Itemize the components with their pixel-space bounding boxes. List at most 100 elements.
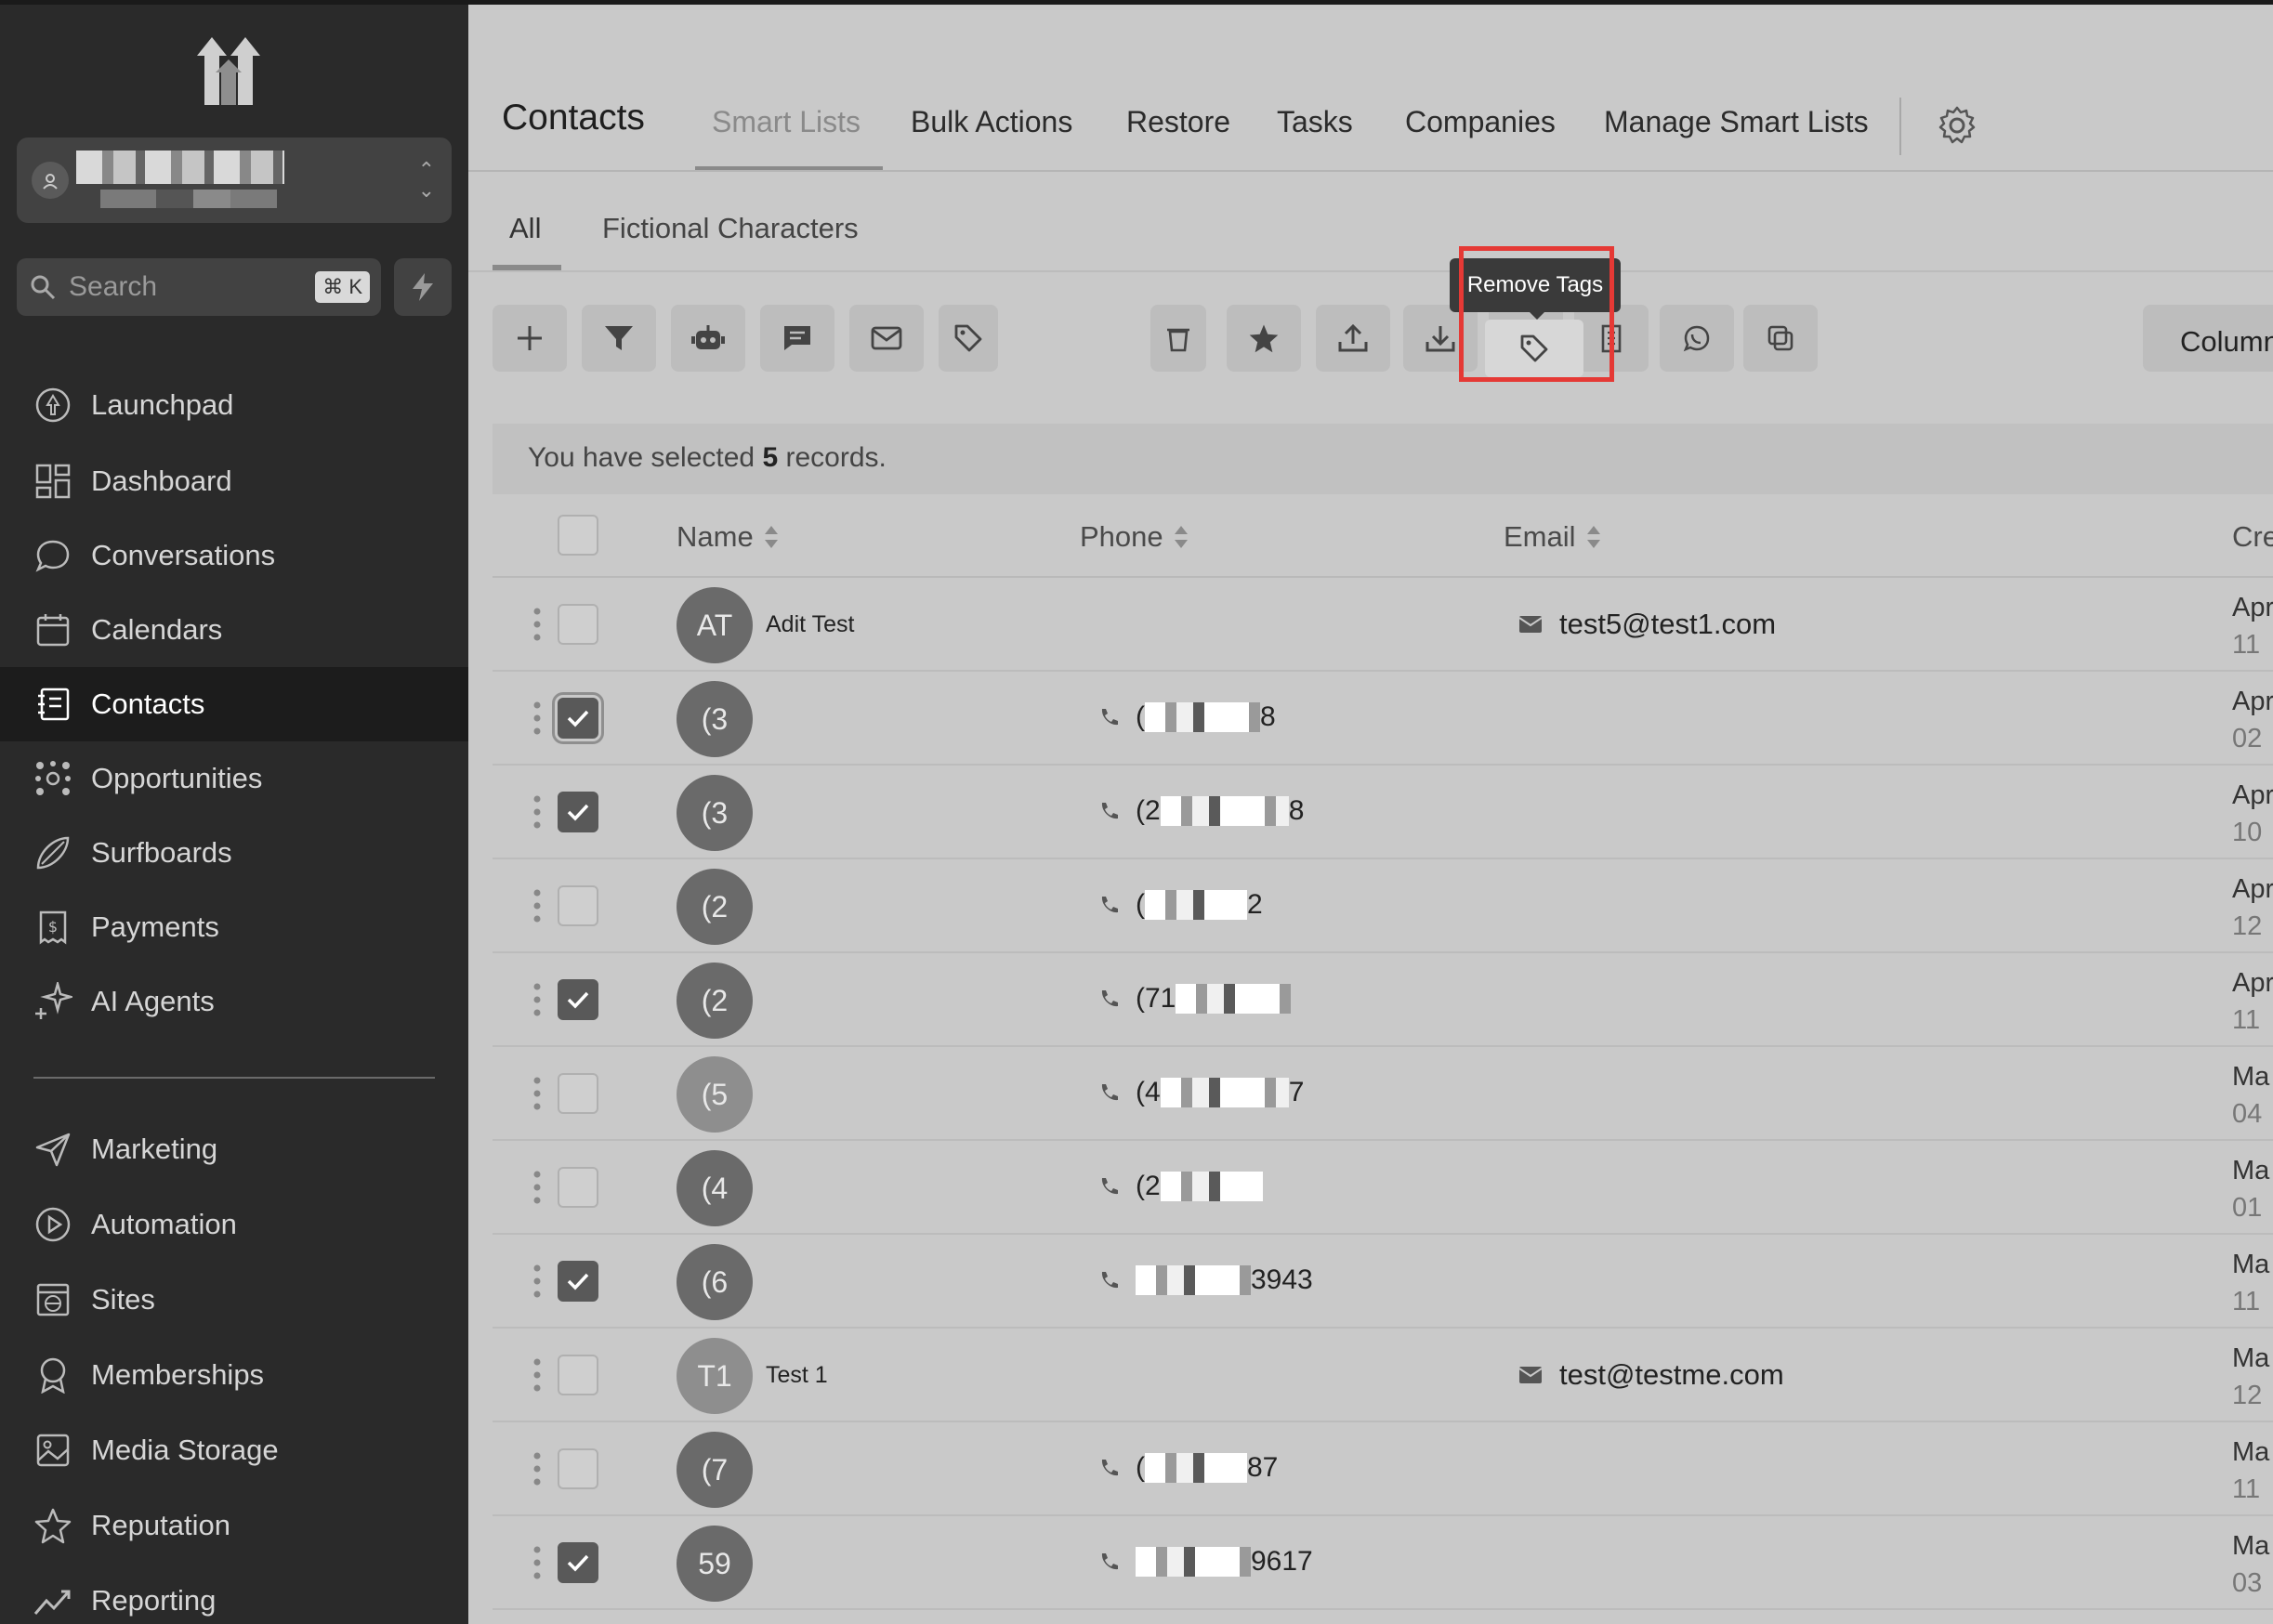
tab-bulk-actions[interactable]: Bulk Actions: [911, 105, 1072, 139]
table-row[interactable]: (2 (71 Apr 11: [493, 953, 2273, 1047]
phone-cell[interactable]: 9617: [1098, 1546, 1313, 1578]
column-header-phone[interactable]: Phone: [1080, 520, 1189, 554]
column-header-created[interactable]: Cre: [2232, 520, 2273, 554]
avatar[interactable]: (2: [677, 963, 753, 1039]
contact-name[interactable]: Adit Test: [766, 611, 854, 638]
avatar[interactable]: (7: [677, 1432, 753, 1508]
avatar[interactable]: (3: [677, 681, 753, 757]
table-row[interactable]: AT Adit Test test5@test1.com Apr 11: [493, 578, 2273, 672]
row-checkbox[interactable]: [558, 979, 598, 1020]
tab-manage-smart-lists[interactable]: Manage Smart Lists: [1604, 105, 1869, 139]
table-row[interactable]: (2(2 Apr 12: [493, 859, 2273, 953]
tab-companies[interactable]: Companies: [1405, 105, 1556, 139]
sidebar-item-opportunities[interactable]: Opportunities: [0, 741, 468, 816]
sidebar-item-reporting[interactable]: Reporting: [0, 1564, 468, 1624]
favorite-button[interactable]: [1227, 305, 1301, 372]
avatar[interactable]: (3: [677, 775, 753, 851]
table-row[interactable]: (5 (4 7 Ma 04: [493, 1047, 2273, 1141]
drag-handle-icon[interactable]: [533, 606, 541, 643]
row-checkbox[interactable]: [558, 1448, 598, 1489]
merge-button[interactable]: [1743, 305, 1818, 372]
avatar[interactable]: 59: [677, 1526, 753, 1602]
tab-smart-lists[interactable]: Smart Lists: [712, 105, 861, 139]
drag-handle-icon[interactable]: [533, 1544, 541, 1581]
drag-handle-icon[interactable]: [533, 1075, 541, 1112]
send-email-button[interactable]: [849, 305, 924, 372]
avatar[interactable]: T1: [677, 1338, 753, 1414]
drag-handle-icon[interactable]: [533, 1169, 541, 1206]
table-row[interactable]: (3 (8 Apr 02: [493, 672, 2273, 766]
drag-handle-icon[interactable]: [533, 700, 541, 737]
sidebar-item-memberships[interactable]: Memberships: [0, 1338, 468, 1412]
columns-button[interactable]: Column: [2143, 305, 2273, 372]
filter-button[interactable]: [582, 305, 656, 372]
phone-cell[interactable]: 3943: [1098, 1264, 1313, 1296]
sidebar-item-contacts[interactable]: Contacts: [0, 667, 468, 741]
select-all-checkbox[interactable]: [558, 515, 598, 556]
drag-handle-icon[interactable]: [533, 793, 541, 831]
sidebar-item-dashboard[interactable]: Dashboard: [0, 444, 468, 518]
row-checkbox[interactable]: [558, 1355, 598, 1395]
sidebar-item-payments[interactable]: $ Payments: [0, 890, 468, 964]
phone-cell[interactable]: (87: [1098, 1452, 1278, 1484]
email-cell[interactable]: test@testme.com: [1518, 1358, 1784, 1392]
phone-cell[interactable]: (2: [1098, 1171, 1263, 1202]
add-tags-button[interactable]: [939, 305, 998, 372]
sidebar-item-sites[interactable]: Sites: [0, 1263, 468, 1337]
row-checkbox[interactable]: [558, 604, 598, 645]
sidebar-item-marketing[interactable]: Marketing: [0, 1112, 468, 1186]
phone-cell[interactable]: (8: [1098, 701, 1276, 733]
sidebar-item-media-storage[interactable]: Media Storage: [0, 1413, 468, 1487]
table-row[interactable]: 59 9617 Ma 03: [493, 1516, 2273, 1610]
drag-handle-icon[interactable]: [533, 1356, 541, 1394]
row-checkbox[interactable]: [558, 1542, 598, 1583]
row-checkbox[interactable]: [558, 1261, 598, 1302]
column-header-email[interactable]: Email: [1504, 520, 1602, 554]
sidebar-item-reputation[interactable]: Reputation: [0, 1488, 468, 1563]
sidebar-item-ai-agents[interactable]: AI Agents: [0, 964, 468, 1039]
phone-cell[interactable]: (4 7: [1098, 1077, 1304, 1108]
table-row[interactable]: (4 (2 Ma 01: [493, 1141, 2273, 1235]
row-checkbox[interactable]: [558, 885, 598, 926]
workflow-button[interactable]: [671, 305, 745, 372]
tab-restore[interactable]: Restore: [1126, 105, 1230, 139]
send-sms-button[interactable]: [760, 305, 834, 372]
phone-cell[interactable]: (2 8: [1098, 795, 1304, 827]
search-box[interactable]: Search ⌘ K: [17, 258, 381, 316]
table-row[interactable]: (7 (87 Ma 11: [493, 1422, 2273, 1516]
drag-handle-icon[interactable]: [533, 1450, 541, 1487]
phone-cell[interactable]: (71: [1098, 983, 1292, 1015]
table-row[interactable]: T1 Test 1 test@testme.com Ma 12: [493, 1329, 2273, 1422]
avatar[interactable]: (6: [677, 1244, 753, 1320]
tab-tasks[interactable]: Tasks: [1277, 105, 1353, 139]
row-checkbox[interactable]: [558, 792, 598, 832]
avatar[interactable]: AT: [677, 587, 753, 663]
export-button[interactable]: [1316, 305, 1390, 372]
subtab-all[interactable]: All: [509, 212, 541, 245]
avatar[interactable]: (5: [677, 1056, 753, 1133]
sidebar-item-launchpad[interactable]: Launchpad: [0, 368, 468, 442]
sidebar-item-automation[interactable]: Automation: [0, 1187, 468, 1262]
row-checkbox[interactable]: [558, 1073, 598, 1114]
table-row[interactable]: (3 (2 8 Apr 10: [493, 766, 2273, 859]
account-switcher[interactable]: ⌃ ⌄: [17, 138, 452, 223]
drag-handle-icon[interactable]: [533, 887, 541, 924]
row-checkbox[interactable]: [552, 692, 604, 744]
contact-name[interactable]: Test 1: [766, 1362, 828, 1389]
whatsapp-button[interactable]: [1660, 305, 1734, 372]
drag-handle-icon[interactable]: [533, 981, 541, 1018]
gear-icon[interactable]: [1937, 105, 1977, 146]
subtab-fictional-characters[interactable]: Fictional Characters: [602, 212, 859, 245]
sidebar-item-conversations[interactable]: Conversations: [0, 518, 468, 593]
avatar[interactable]: (2: [677, 869, 753, 945]
add-contact-button[interactable]: [493, 305, 567, 372]
sidebar-item-surfboards[interactable]: Surfboards: [0, 816, 468, 890]
drag-handle-icon[interactable]: [533, 1263, 541, 1300]
delete-button[interactable]: [1150, 305, 1206, 372]
table-row[interactable]: (6 3943 Ma 11: [493, 1235, 2273, 1329]
row-checkbox[interactable]: [558, 1167, 598, 1208]
phone-cell[interactable]: (2: [1098, 889, 1263, 921]
column-header-name[interactable]: Name: [677, 520, 780, 554]
quick-actions-button[interactable]: [394, 258, 452, 316]
sidebar-item-calendars[interactable]: Calendars: [0, 593, 468, 667]
